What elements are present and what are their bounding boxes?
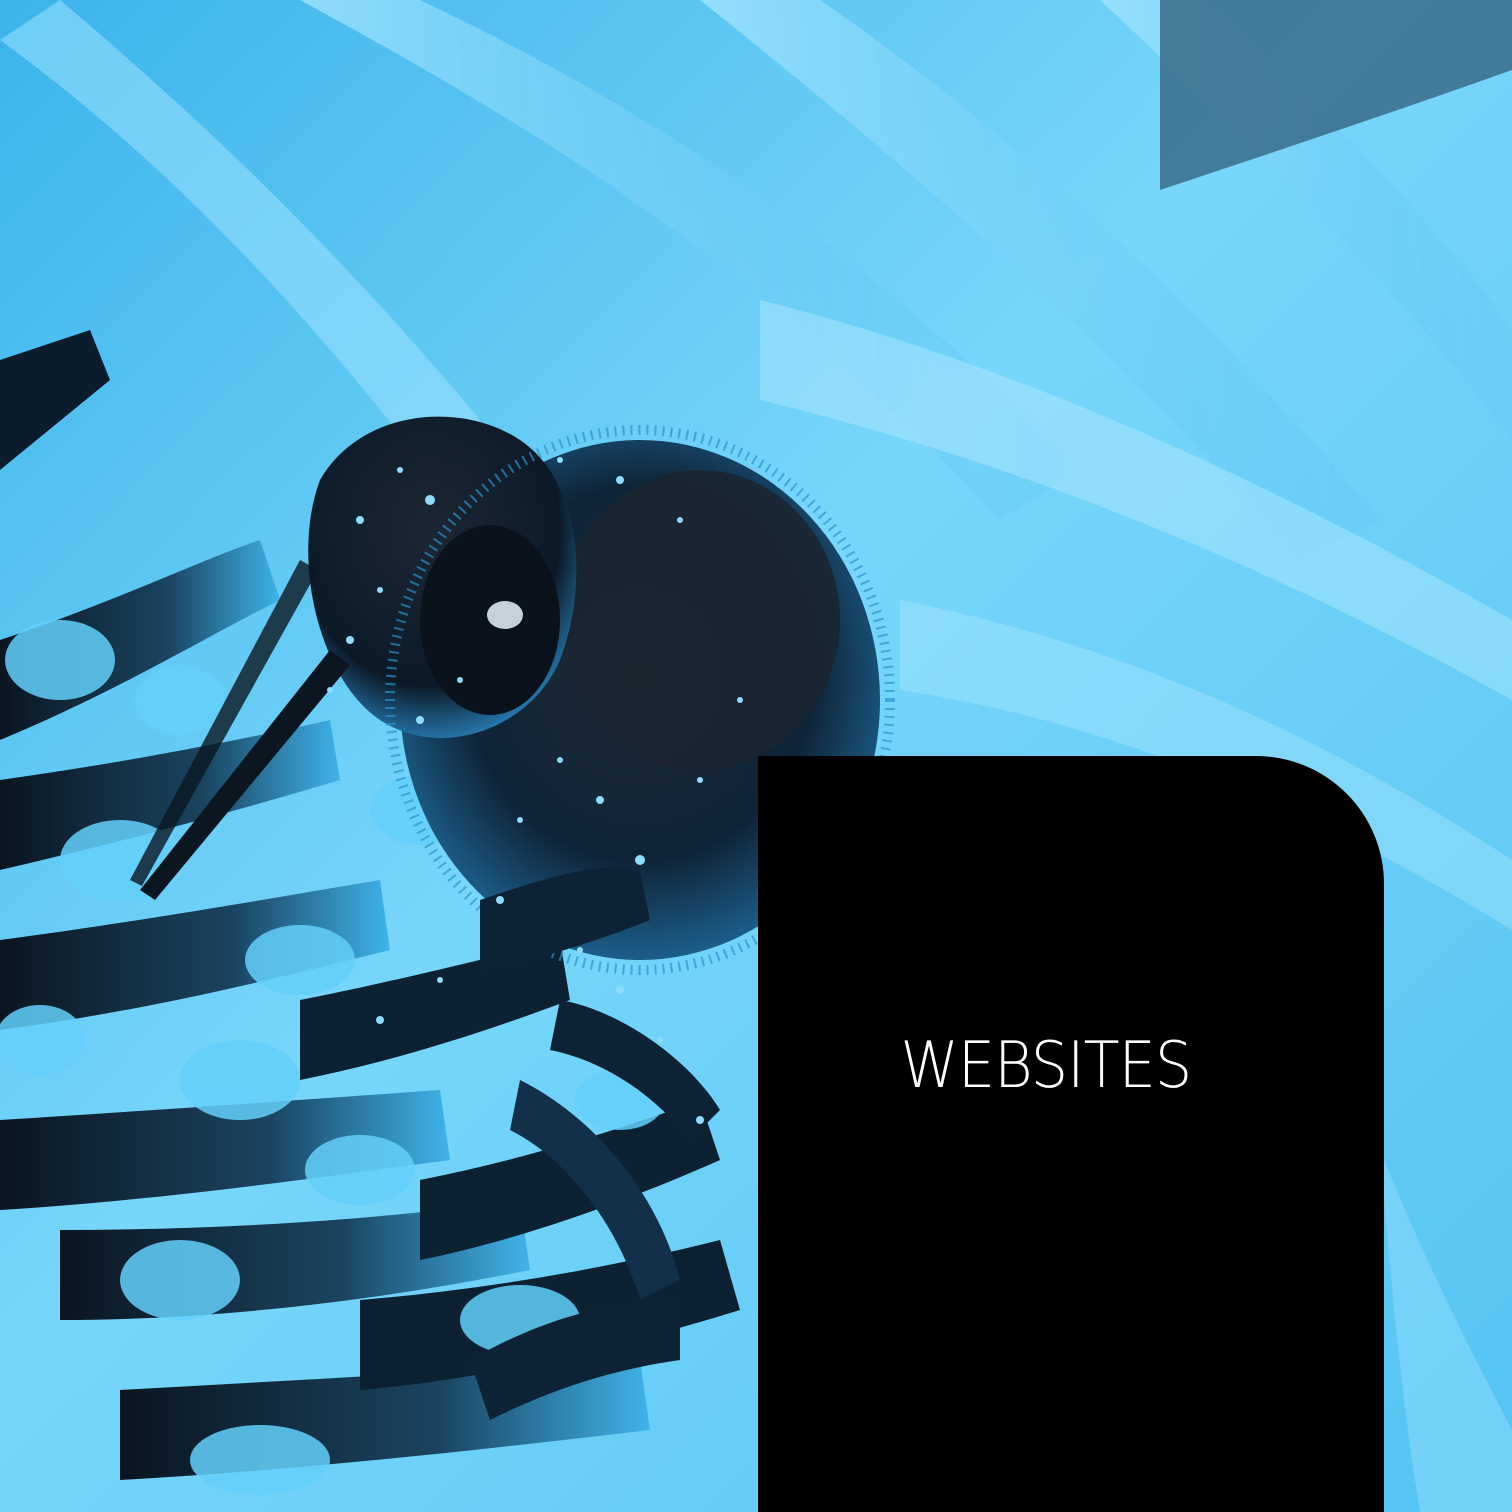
- category-card[interactable]: WEBSITES: [758, 756, 1384, 1512]
- hero-section: WEBSITES: [0, 0, 1512, 1512]
- card-title: WEBSITES: [900, 1029, 1193, 1103]
